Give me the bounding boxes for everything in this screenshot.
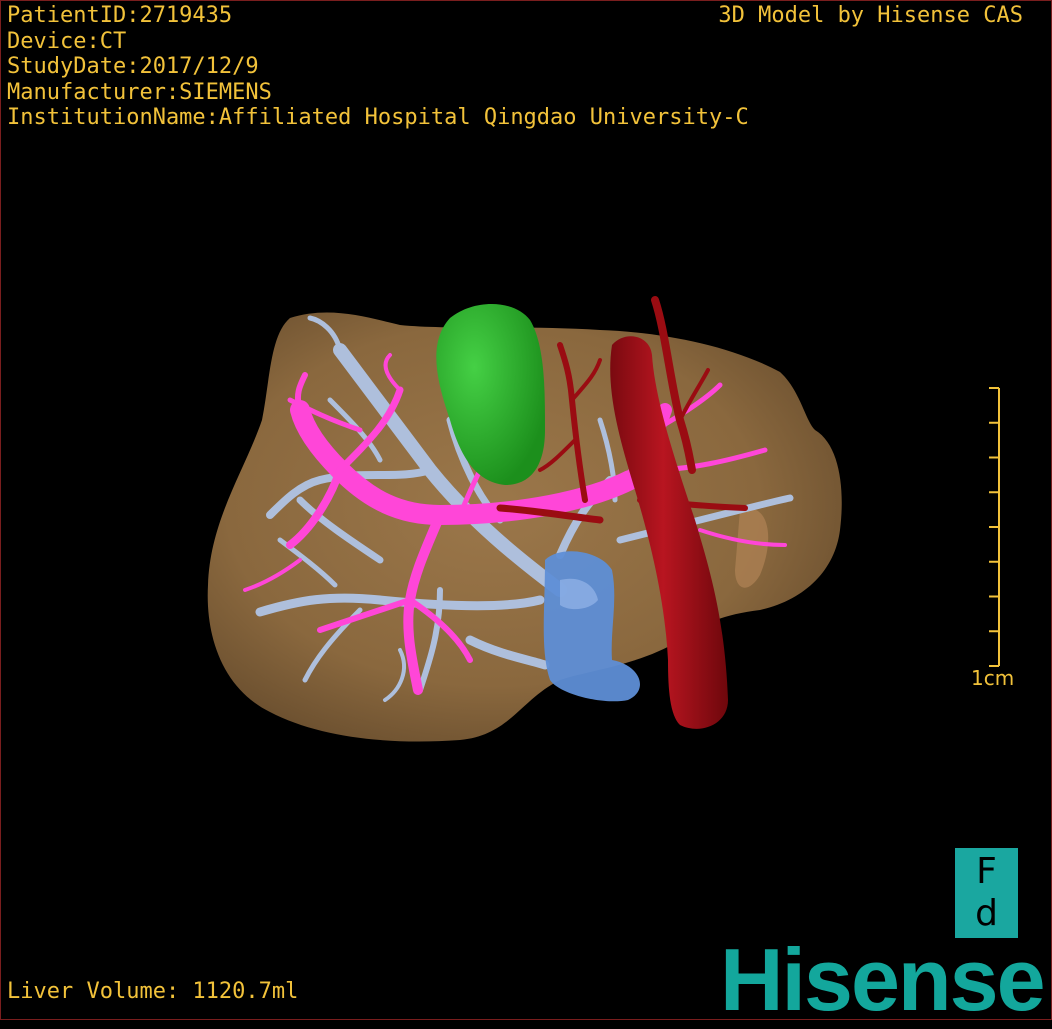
3d-render-viewport[interactable] (0, 0, 1052, 1020)
patient-info-overlay: PatientID:2719435 Device:CT StudyDate:20… (7, 3, 749, 131)
orientation-cube[interactable]: F d (955, 848, 1018, 938)
patient-id-text: PatientID:2719435 (7, 3, 233, 28)
model-credit-text: 3D Model by Hisense CAS (718, 3, 1023, 28)
device-text: Device:CT (7, 28, 127, 54)
institution-text: InstitutionName:Affiliated Hospital Qing… (7, 105, 749, 130)
orientation-front-label: F (976, 851, 997, 892)
manufacturer-text: Manufacturer:SIEMENS (7, 79, 272, 105)
hisense-logo: Hisense (720, 930, 1046, 1029)
scale-bar-label: 1cm (971, 666, 1015, 690)
scale-bar (989, 387, 1000, 667)
study-date-text: StudyDate:2017/12/9 (7, 54, 259, 79)
liver-volume-text: Liver Volume: 1120.7ml (7, 979, 299, 1004)
